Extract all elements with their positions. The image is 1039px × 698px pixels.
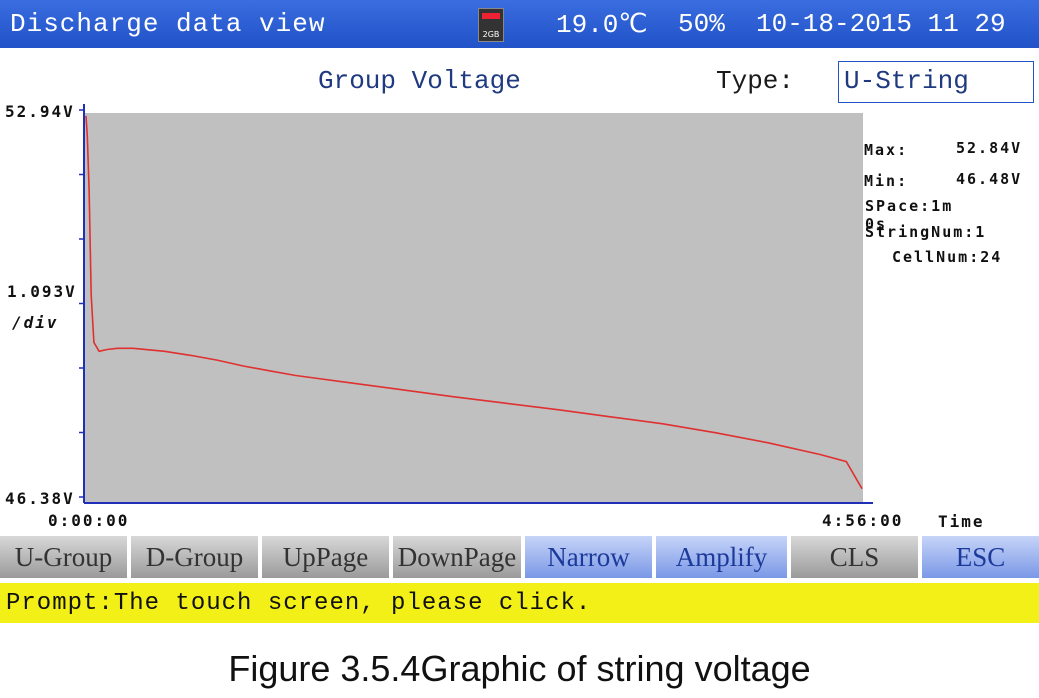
prompt-text: Prompt:The touch screen, please click.: [6, 590, 592, 617]
min-value: 46.48V: [956, 170, 1023, 188]
up-page-button[interactable]: UpPage: [262, 536, 389, 578]
button-bar: U-Group D-Group UpPage DownPage Narrow A…: [0, 536, 1039, 580]
max-label: Max:: [864, 141, 909, 159]
voltage-chart: [79, 104, 873, 504]
cls-button[interactable]: CLS: [791, 536, 918, 578]
prompt-bar: Prompt:The touch screen, please click.: [0, 583, 1039, 623]
device-screen: Discharge data view 2GB 19.0℃ 50% 10-18-…: [0, 0, 1039, 628]
esc-button[interactable]: ESC: [922, 536, 1039, 578]
down-page-button[interactable]: DownPage: [393, 536, 521, 578]
narrow-button[interactable]: Narrow: [525, 536, 652, 578]
amplify-button[interactable]: Amplify: [656, 536, 787, 578]
voltage-series-line: [85, 115, 863, 490]
min-label: Min:: [864, 172, 909, 190]
figure-caption: Figure 3.5.4Graphic of string voltage: [228, 648, 811, 689]
cell-num-readout: CellNum:24: [892, 248, 1003, 266]
string-num-readout: StringNum:1: [865, 223, 987, 241]
d-group-button[interactable]: D-Group: [131, 536, 258, 578]
u-group-button[interactable]: U-Group: [0, 536, 127, 578]
max-value: 52.84V: [956, 139, 1023, 157]
